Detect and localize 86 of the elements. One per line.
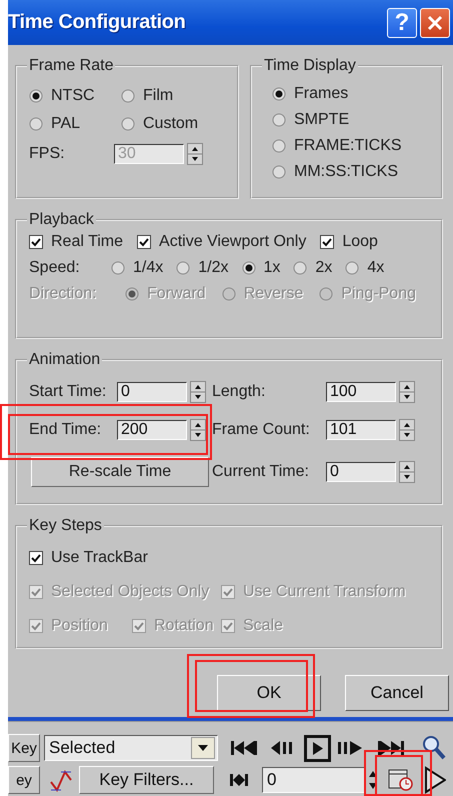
key-button[interactable]: ey: [8, 766, 40, 794]
radio-option[interactable]: FRAME:TICKS: [272, 137, 431, 155]
help-button[interactable]: ?: [387, 8, 417, 38]
key-button[interactable]: Key: [8, 734, 40, 762]
number-field[interactable]: 200: [117, 420, 187, 440]
group-title: Frame Rate: [28, 57, 114, 75]
radio-option[interactable]: MM:SS:TICKS: [272, 163, 431, 181]
spinner-icon[interactable]: [399, 381, 415, 403]
dropdown-arrow-icon[interactable]: [198, 745, 208, 751]
radio-button[interactable]: [319, 287, 334, 301]
frame-field[interactable]: 0: [262, 767, 366, 793]
checkbox[interactable]: [137, 235, 152, 249]
key-mode-icon[interactable]: [230, 774, 248, 786]
direction-label: Direction:: [29, 285, 98, 303]
window-title: Time Configuration: [8, 11, 186, 34]
radio-button[interactable]: [222, 287, 236, 301]
curve-icon[interactable]: [49, 768, 73, 792]
radio-option[interactable]: 2x: [293, 259, 332, 277]
field-label: Current Time:: [212, 463, 310, 481]
time-configuration-icon[interactable]: [388, 769, 414, 791]
field-label: Start Time:: [29, 383, 108, 401]
spinner-icon[interactable]: [187, 143, 203, 165]
radio-option[interactable]: Film: [121, 87, 221, 105]
radio-button[interactable]: [111, 261, 125, 275]
speed-label: Speed:: [29, 259, 81, 277]
annotation-frame: [364, 750, 432, 796]
key-filters-button[interactable]: Key Filters...: [79, 766, 214, 794]
number-field[interactable]: 100: [326, 382, 396, 402]
spinner-icon[interactable]: [190, 381, 206, 403]
radio-button[interactable]: [242, 261, 256, 275]
radio-option[interactable]: 1x: [242, 259, 280, 277]
field-label: Frame Count:: [212, 421, 311, 439]
number-field[interactable]: 0: [326, 462, 396, 482]
spinner-icon[interactable]: [399, 461, 415, 483]
go-to-start-icon[interactable]: [231, 741, 257, 755]
radio-option[interactable]: 4x: [345, 259, 384, 277]
radio-button[interactable]: [293, 261, 308, 275]
annotation-frame: [375, 755, 423, 796]
number-field[interactable]: 0: [117, 382, 187, 402]
radio-button[interactable]: [176, 261, 190, 275]
radio-option[interactable]: PAL: [29, 115, 121, 133]
radio-button[interactable]: [272, 139, 286, 153]
spinner-icon[interactable]: [399, 419, 415, 441]
rescale-button[interactable]: Re-scale Time: [31, 457, 209, 487]
close-button[interactable]: [420, 8, 450, 38]
fps-label: FPS:: [29, 145, 66, 163]
checkbox-option[interactable]: Loop: [320, 233, 378, 251]
radio-button[interactable]: [29, 89, 43, 103]
checkbox[interactable]: [29, 551, 43, 565]
group-title: Animation: [28, 351, 102, 369]
play-icon[interactable]: [304, 734, 331, 762]
checkbox-option[interactable]: Active Viewport Only: [137, 233, 306, 251]
checkbox-option[interactable]: Use TrackBar: [29, 549, 431, 567]
checkbox[interactable]: [29, 235, 43, 249]
zoom-icon[interactable]: [422, 735, 446, 761]
checkbox[interactable]: [320, 235, 334, 249]
radio-button[interactable]: [121, 89, 135, 103]
checkbox-option[interactable]: Real Time: [29, 233, 124, 251]
group-title: Time Display: [263, 57, 357, 75]
radio-button[interactable]: [272, 87, 286, 101]
radio-option[interactable]: 1/2x: [176, 259, 228, 277]
radio-option[interactable]: SMPTE: [272, 111, 431, 129]
radio-option[interactable]: Frames: [272, 85, 431, 103]
radio-button[interactable]: [29, 117, 43, 131]
group-title: Playback: [28, 211, 95, 229]
triangle-icon[interactable]: [424, 766, 446, 794]
selection-dropdown[interactable]: Selected: [44, 735, 218, 761]
field-label: Length:: [212, 383, 266, 401]
group-title: Key Steps: [28, 517, 103, 535]
radio-option[interactable]: Custom: [121, 115, 221, 133]
radio-button[interactable]: [121, 117, 135, 131]
next-frame-icon[interactable]: [338, 741, 362, 755]
radio-option[interactable]: NTSC: [29, 87, 121, 105]
dialog-button[interactable]: Cancel: [345, 675, 449, 711]
dialog-button[interactable]: OK: [217, 675, 321, 711]
radio-button[interactable]: [125, 287, 139, 301]
radio-option[interactable]: 1/4x: [111, 259, 164, 277]
previous-frame-icon[interactable]: [271, 741, 295, 755]
spinner-icon[interactable]: [190, 419, 206, 441]
field-label: End Time:: [29, 421, 102, 439]
close-icon: [427, 14, 443, 30]
go-to-end-icon[interactable]: [378, 741, 404, 755]
number-field[interactable]: 101: [326, 420, 396, 440]
radio-button[interactable]: [272, 165, 286, 179]
radio-button[interactable]: [345, 261, 360, 275]
radio-button[interactable]: [272, 113, 286, 127]
